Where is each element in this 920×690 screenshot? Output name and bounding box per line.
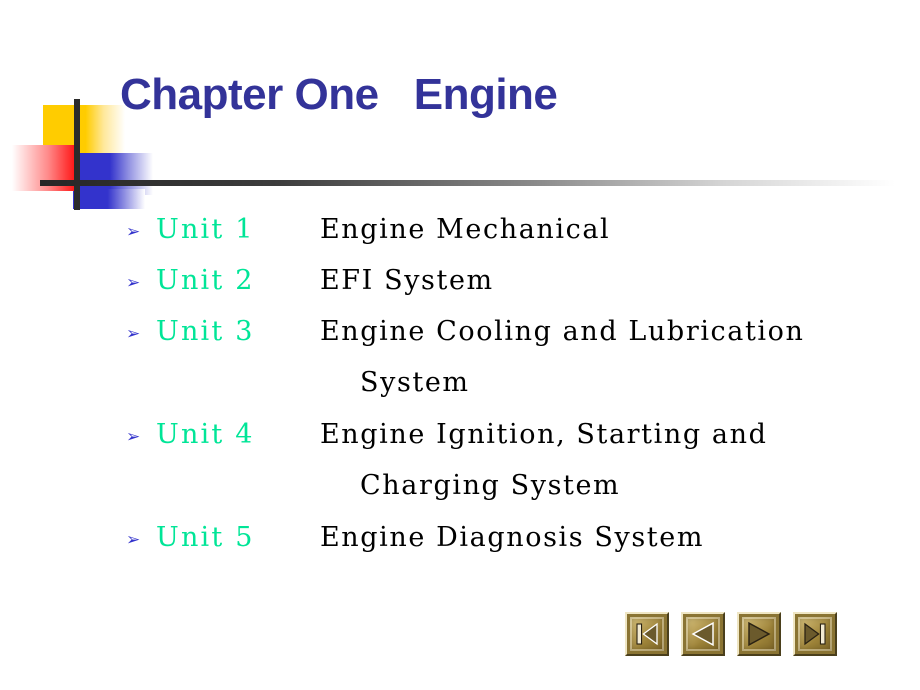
list-item-continuation: System bbox=[126, 363, 896, 415]
next-slide-button[interactable] bbox=[737, 612, 781, 656]
decoration-vertical-bar bbox=[74, 99, 80, 210]
bullet-arrow-icon: ➢ bbox=[126, 324, 141, 344]
unit-description: Engine Mechanical bbox=[320, 214, 611, 245]
previous-icon bbox=[691, 621, 714, 647]
last-slide-button[interactable] bbox=[793, 612, 837, 656]
decoration-blue-foot-block bbox=[73, 189, 145, 209]
unit-description: Engine Diagnosis System bbox=[320, 522, 705, 553]
title-divider-rule bbox=[40, 180, 895, 186]
list-item: ➢ Unit 2 EFI System bbox=[126, 261, 896, 312]
slide-title: Chapter One Engine bbox=[120, 70, 558, 119]
skip-to-end-icon bbox=[804, 622, 826, 646]
list-item: ➢ Unit 1 Engine Mechanical bbox=[126, 210, 896, 261]
first-slide-button[interactable] bbox=[625, 612, 669, 656]
decoration-yellow-block bbox=[43, 105, 125, 165]
unit-label: Unit 2 bbox=[156, 265, 255, 296]
list-item-continuation: Charging System bbox=[126, 466, 896, 518]
continuation-spacer bbox=[126, 466, 360, 518]
presentation-slide: Chapter One Engine ➢ Unit 1 Engine Mecha… bbox=[0, 0, 920, 690]
decoration-blue-block bbox=[73, 153, 153, 195]
bullet-arrow-icon: ➢ bbox=[126, 273, 141, 293]
unit-label: Unit 3 bbox=[156, 316, 255, 347]
unit-label: Unit 5 bbox=[156, 522, 255, 553]
list-item: ➢ Unit 5 Engine Diagnosis System bbox=[126, 518, 896, 569]
list-item: ➢ Unit 4 Engine Ignition, Starting and bbox=[126, 415, 896, 466]
unit-label: Unit 1 bbox=[156, 214, 255, 245]
skip-to-start-icon bbox=[636, 622, 658, 646]
unit-label: Unit 4 bbox=[156, 419, 255, 450]
previous-slide-button[interactable] bbox=[681, 612, 725, 656]
bullet-arrow-icon: ➢ bbox=[126, 427, 141, 447]
list-item: ➢ Unit 3 Engine Cooling and Lubrication bbox=[126, 312, 896, 363]
unit-description-continued: Charging System bbox=[360, 470, 621, 501]
unit-description: EFI System bbox=[320, 265, 494, 296]
next-icon bbox=[748, 621, 771, 647]
unit-description: Engine Cooling and Lubrication bbox=[320, 316, 805, 347]
continuation-spacer bbox=[126, 363, 360, 415]
bullet-arrow-icon: ➢ bbox=[126, 222, 141, 242]
unit-description: Engine Ignition, Starting and bbox=[320, 419, 768, 450]
bullet-arrow-icon: ➢ bbox=[126, 530, 141, 550]
unit-description-continued: System bbox=[360, 367, 470, 398]
unit-list: ➢ Unit 1 Engine Mechanical ➢ Unit 2 EFI … bbox=[126, 210, 896, 569]
slide-navigation-bar bbox=[625, 612, 837, 656]
